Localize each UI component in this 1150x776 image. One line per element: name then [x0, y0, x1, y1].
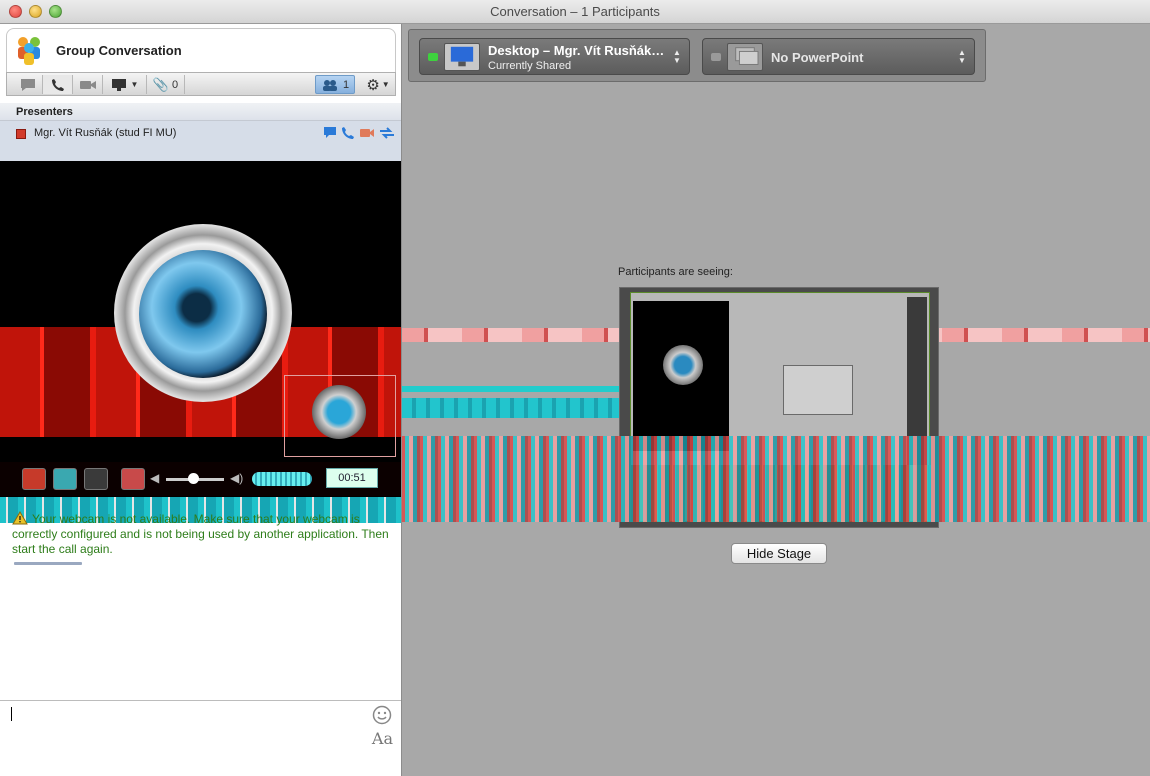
call-button[interactable] — [43, 75, 73, 94]
warning-text: Your webcam is not available. Make sure … — [12, 512, 389, 556]
close-window-button[interactable] — [9, 5, 22, 18]
paperclip-icon: 📎 — [152, 76, 170, 92]
font-button[interactable]: Aa — [372, 729, 393, 748]
conversation-panel: Group Conversation ▼ 📎 0 1 ⚙ ▼ Presenter… — [0, 24, 402, 776]
video-button[interactable] — [73, 75, 103, 94]
volume-knob[interactable] — [188, 473, 199, 484]
text-caret — [11, 707, 12, 721]
message-divider — [14, 562, 82, 565]
thumbnail-camera-icon — [663, 345, 703, 385]
screen-glitch-stripe — [402, 398, 620, 418]
presenters-header: Presenters — [0, 103, 401, 121]
monitor-icon — [111, 78, 126, 91]
video-camera-icon[interactable] — [359, 126, 375, 140]
desktop-share-title: Desktop – Mgr. Vít Rusňák… — [488, 43, 665, 58]
presenter-actions — [323, 126, 395, 140]
chevron-down-icon: ▼ — [381, 80, 390, 89]
screen-glitch-stripe — [402, 386, 620, 392]
volume-high-icon: ◀) — [230, 471, 244, 485]
share-status-led — [711, 53, 721, 61]
volume-low-icon: ◀ — [150, 471, 160, 485]
desktop-share-status: Currently Shared — [488, 60, 572, 72]
options-button[interactable]: ⚙ ▼ — [361, 75, 395, 94]
video-preview: ◀ ◀) 00:51 — [0, 161, 401, 523]
chat-bubble-icon — [20, 78, 35, 91]
phone-icon[interactable] — [341, 126, 355, 140]
window-titlebar: Conversation – 1 Participants — [0, 0, 1150, 24]
stepper-arrows-icon: ▲ ▼ — [673, 48, 681, 65]
call-timer: 00:51 — [326, 468, 378, 488]
emoticon-icon[interactable] — [372, 705, 392, 725]
group-people-icon — [18, 37, 40, 65]
stage-label: Participants are seeing: — [618, 266, 733, 278]
mute-button[interactable] — [121, 468, 145, 490]
sharing-bar: Desktop – Mgr. Vít Rusňák… Currently Sha… — [408, 29, 986, 82]
desktop-share-selector[interactable]: Desktop – Mgr. Vít Rusňák… Currently Sha… — [419, 38, 690, 75]
presenter-row[interactable]: Mgr. Vít Rusňák (stud FI MU) — [0, 121, 401, 161]
im-button[interactable] — [13, 75, 43, 94]
stepper-arrows-icon: ▲ ▼ — [958, 48, 966, 65]
attachments-button[interactable]: 📎 0 — [147, 75, 185, 94]
webcam-warning: Your webcam is not available. Make sure … — [12, 511, 398, 557]
share-status-led — [428, 53, 438, 61]
powerpoint-title: No PowerPoint — [771, 50, 864, 65]
call-controls: ◀ ◀) 00:51 — [0, 462, 401, 496]
minimize-window-button[interactable] — [29, 5, 42, 18]
window-title: Conversation – 1 Participants — [490, 4, 660, 19]
chevron-down-icon: ▼ — [130, 80, 139, 89]
share-screen-button[interactable]: ▼ — [103, 75, 147, 94]
screen-glitch-stripe — [402, 436, 1150, 522]
message-input[interactable]: Aa — [0, 700, 401, 776]
presence-status-icon — [16, 129, 26, 139]
presenter-name: Mgr. Vít Rusňák (stud FI MU) — [34, 127, 177, 139]
hold-button[interactable] — [53, 468, 77, 490]
attachments-count: 0 — [172, 78, 179, 91]
webcam-lens — [139, 250, 267, 378]
conversation-header: Group Conversation — [6, 28, 396, 72]
audio-level-meter — [252, 472, 312, 486]
conversation-title: Group Conversation — [56, 43, 182, 58]
participants-icon — [322, 79, 337, 91]
hang-up-button[interactable] — [22, 468, 46, 490]
gear-icon: ⚙ — [366, 76, 380, 94]
participants-button[interactable]: 1 — [315, 75, 355, 94]
share-arrows-icon[interactable] — [379, 126, 395, 140]
warning-icon — [12, 511, 28, 525]
thumbnail-nested-preview — [783, 365, 853, 415]
self-view-camera-icon — [312, 385, 366, 439]
powerpoint-selector[interactable]: No PowerPoint ▲ ▼ — [702, 38, 975, 75]
dialpad-button[interactable] — [84, 468, 108, 490]
zoom-window-button[interactable] — [49, 5, 62, 18]
video-camera-icon — [79, 80, 96, 89]
chat-bubble-icon[interactable] — [323, 126, 337, 140]
phone-icon — [51, 78, 64, 91]
thumbnail-conversation-window — [633, 301, 729, 451]
hide-stage-button[interactable]: Hide Stage — [731, 543, 827, 564]
participants-count: 1 — [342, 78, 350, 91]
conversation-toolbar: ▼ 📎 0 1 ⚙ ▼ — [6, 72, 396, 96]
desktop-monitor-icon — [444, 43, 480, 71]
powerpoint-slides-icon — [727, 43, 763, 71]
